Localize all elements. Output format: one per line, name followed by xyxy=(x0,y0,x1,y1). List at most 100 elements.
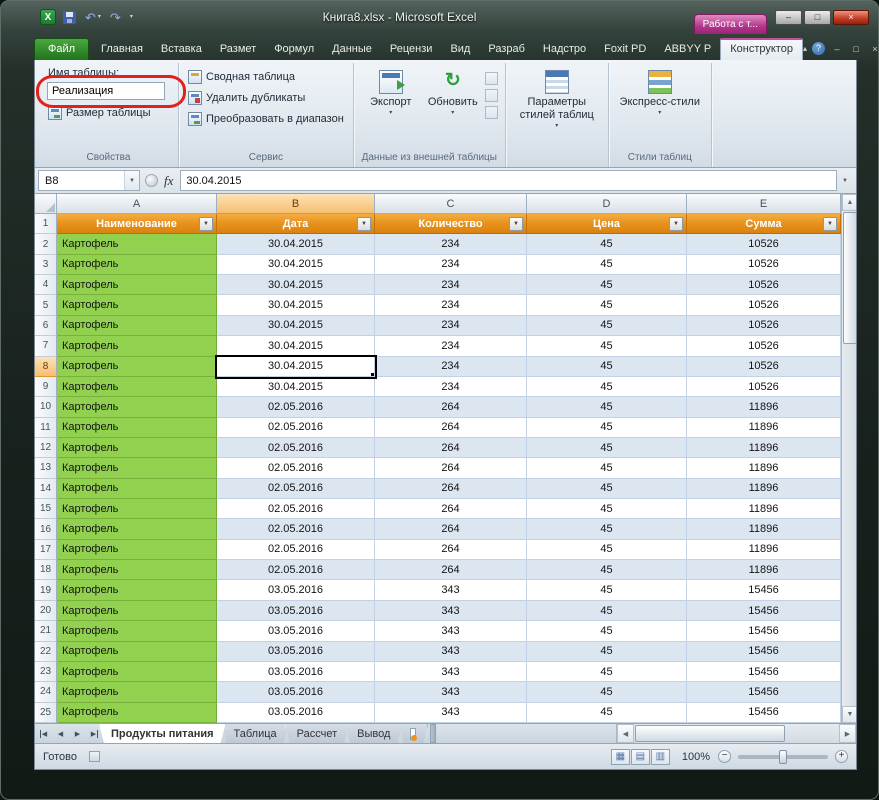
ribbon-tab-Файл[interactable]: Файл xyxy=(34,38,89,60)
row-header-21[interactable]: 21 xyxy=(35,621,57,641)
cell-A17[interactable]: Картофель xyxy=(57,540,217,560)
sheet-tab-Вывод[interactable]: Вывод xyxy=(345,724,402,743)
tools-item-0[interactable]: Сводная таблица xyxy=(186,68,346,86)
cell-D20[interactable]: 45 xyxy=(527,601,687,621)
cell-A21[interactable]: Картофель xyxy=(57,621,217,641)
minimize-button[interactable]: – xyxy=(775,10,802,25)
cell-B19[interactable]: 03.05.2016 xyxy=(217,580,375,600)
row-header-25[interactable]: 25 xyxy=(35,703,57,723)
tools-item-1[interactable]: Удалить дубликаты xyxy=(186,89,346,107)
cell-E20[interactable]: 15456 xyxy=(687,601,841,621)
cell-A6[interactable]: Картофель xyxy=(57,316,217,336)
workbook-minimize-button[interactable]: – xyxy=(830,44,844,54)
vertical-scrollbar-track[interactable] xyxy=(842,211,856,706)
cell-D8[interactable]: 45 xyxy=(527,357,687,377)
ribbon-tab-Рецензи[interactable]: Рецензи xyxy=(381,39,442,60)
header-cell-A1[interactable]: Наименование▼ xyxy=(57,214,217,234)
vertical-scrollbar[interactable]: ▲ ▼ xyxy=(841,194,856,723)
row-header-22[interactable]: 22 xyxy=(35,642,57,662)
cell-C8[interactable]: 234 xyxy=(375,357,527,377)
ribbon-tab-Размет[interactable]: Размет xyxy=(211,39,265,60)
cell-A3[interactable]: Картофель xyxy=(57,255,217,275)
ribbon-tab-Конструктор[interactable]: Конструктор xyxy=(720,38,803,60)
cell-A11[interactable]: Картофель xyxy=(57,418,217,438)
row-header-8[interactable]: 8 xyxy=(35,357,57,377)
cell-A20[interactable]: Картофель xyxy=(57,601,217,621)
filter-button-0[interactable]: ▼ xyxy=(199,217,213,231)
cell-C12[interactable]: 264 xyxy=(375,438,527,458)
maximize-button[interactable]: □ xyxy=(804,10,831,25)
cell-C14[interactable]: 264 xyxy=(375,479,527,499)
insert-worksheet-button[interactable] xyxy=(398,724,428,743)
select-all-corner[interactable] xyxy=(35,194,57,214)
row-header-2[interactable]: 2 xyxy=(35,234,57,254)
cell-C23[interactable]: 343 xyxy=(375,662,527,682)
cell-A23[interactable]: Картофель xyxy=(57,662,217,682)
collapse-ribbon-icon[interactable]: ▴ xyxy=(803,44,807,53)
workbook-close-button[interactable]: × xyxy=(868,44,879,54)
cell-D19[interactable]: 45 xyxy=(527,580,687,600)
row-header-17[interactable]: 17 xyxy=(35,540,57,560)
cell-A10[interactable]: Картофель xyxy=(57,397,217,417)
cell-B20[interactable]: 03.05.2016 xyxy=(217,601,375,621)
unlink-icon[interactable] xyxy=(485,106,498,119)
ribbon-tab-Вставка[interactable]: Вставка xyxy=(152,39,211,60)
filter-button-4[interactable]: ▼ xyxy=(823,217,837,231)
cell-E9[interactable]: 10526 xyxy=(687,377,841,397)
cell-C25[interactable]: 343 xyxy=(375,703,527,723)
cell-C9[interactable]: 234 xyxy=(375,377,527,397)
scroll-down-button[interactable]: ▼ xyxy=(842,706,856,723)
row-header-13[interactable]: 13 xyxy=(35,458,57,478)
row-header-3[interactable]: 3 xyxy=(35,255,57,275)
cell-D11[interactable]: 45 xyxy=(527,418,687,438)
quick-styles-button[interactable]: Экспресс-стили ▾ xyxy=(616,66,704,116)
cell-E3[interactable]: 10526 xyxy=(687,255,841,275)
ribbon-tab-Данные[interactable]: Данные xyxy=(323,39,381,60)
horizontal-scrollbar-thumb[interactable] xyxy=(635,725,785,742)
cell-A12[interactable]: Картофель xyxy=(57,438,217,458)
cell-C2[interactable]: 234 xyxy=(375,234,527,254)
cell-D14[interactable]: 45 xyxy=(527,479,687,499)
header-cell-C1[interactable]: Количество▼ xyxy=(375,214,527,234)
cell-E10[interactable]: 11896 xyxy=(687,397,841,417)
cell-E22[interactable]: 15456 xyxy=(687,642,841,662)
cell-D23[interactable]: 45 xyxy=(527,662,687,682)
cell-E6[interactable]: 10526 xyxy=(687,316,841,336)
cell-D7[interactable]: 45 xyxy=(527,336,687,356)
ribbon-tab-ABBYY P[interactable]: ABBYY P xyxy=(655,39,720,60)
cell-B13[interactable]: 02.05.2016 xyxy=(217,458,375,478)
cell-E12[interactable]: 11896 xyxy=(687,438,841,458)
cell-C6[interactable]: 234 xyxy=(375,316,527,336)
vertical-scrollbar-thumb[interactable] xyxy=(843,212,856,344)
cell-D21[interactable]: 45 xyxy=(527,621,687,641)
sheet-tab-Продукты питания[interactable]: Продукты питания xyxy=(99,724,226,743)
cell-D18[interactable]: 45 xyxy=(527,560,687,580)
column-header-B[interactable]: B xyxy=(217,194,375,214)
zoom-slider-track[interactable] xyxy=(738,755,828,759)
cell-A14[interactable]: Картофель xyxy=(57,479,217,499)
cell-C21[interactable]: 343 xyxy=(375,621,527,641)
cell-D12[interactable]: 45 xyxy=(527,438,687,458)
cell-A2[interactable]: Картофель xyxy=(57,234,217,254)
cell-C3[interactable]: 234 xyxy=(375,255,527,275)
cell-D2[interactable]: 45 xyxy=(527,234,687,254)
cell-C19[interactable]: 343 xyxy=(375,580,527,600)
cell-E21[interactable]: 15456 xyxy=(687,621,841,641)
row-header-16[interactable]: 16 xyxy=(35,519,57,539)
cell-C11[interactable]: 264 xyxy=(375,418,527,438)
cell-A25[interactable]: Картофель xyxy=(57,703,217,723)
row-header-24[interactable]: 24 xyxy=(35,682,57,702)
ribbon-tab-Главная[interactable]: Главная xyxy=(92,39,152,60)
cell-C10[interactable]: 264 xyxy=(375,397,527,417)
refresh-button[interactable]: ↻ Обновить ▾ xyxy=(423,66,483,119)
column-header-C[interactable]: C xyxy=(375,194,527,214)
cell-B16[interactable]: 02.05.2016 xyxy=(217,519,375,539)
cell-B4[interactable]: 30.04.2015 xyxy=(217,275,375,295)
cell-D3[interactable]: 45 xyxy=(527,255,687,275)
cell-E7[interactable]: 10526 xyxy=(687,336,841,356)
cell-A5[interactable]: Картофель xyxy=(57,295,217,315)
resize-table-button[interactable]: Размер таблицы xyxy=(46,104,171,122)
horizontal-scrollbar[interactable]: ◀ ▶ xyxy=(616,724,856,743)
help-icon[interactable]: ? xyxy=(812,42,825,55)
row-header-18[interactable]: 18 xyxy=(35,560,57,580)
